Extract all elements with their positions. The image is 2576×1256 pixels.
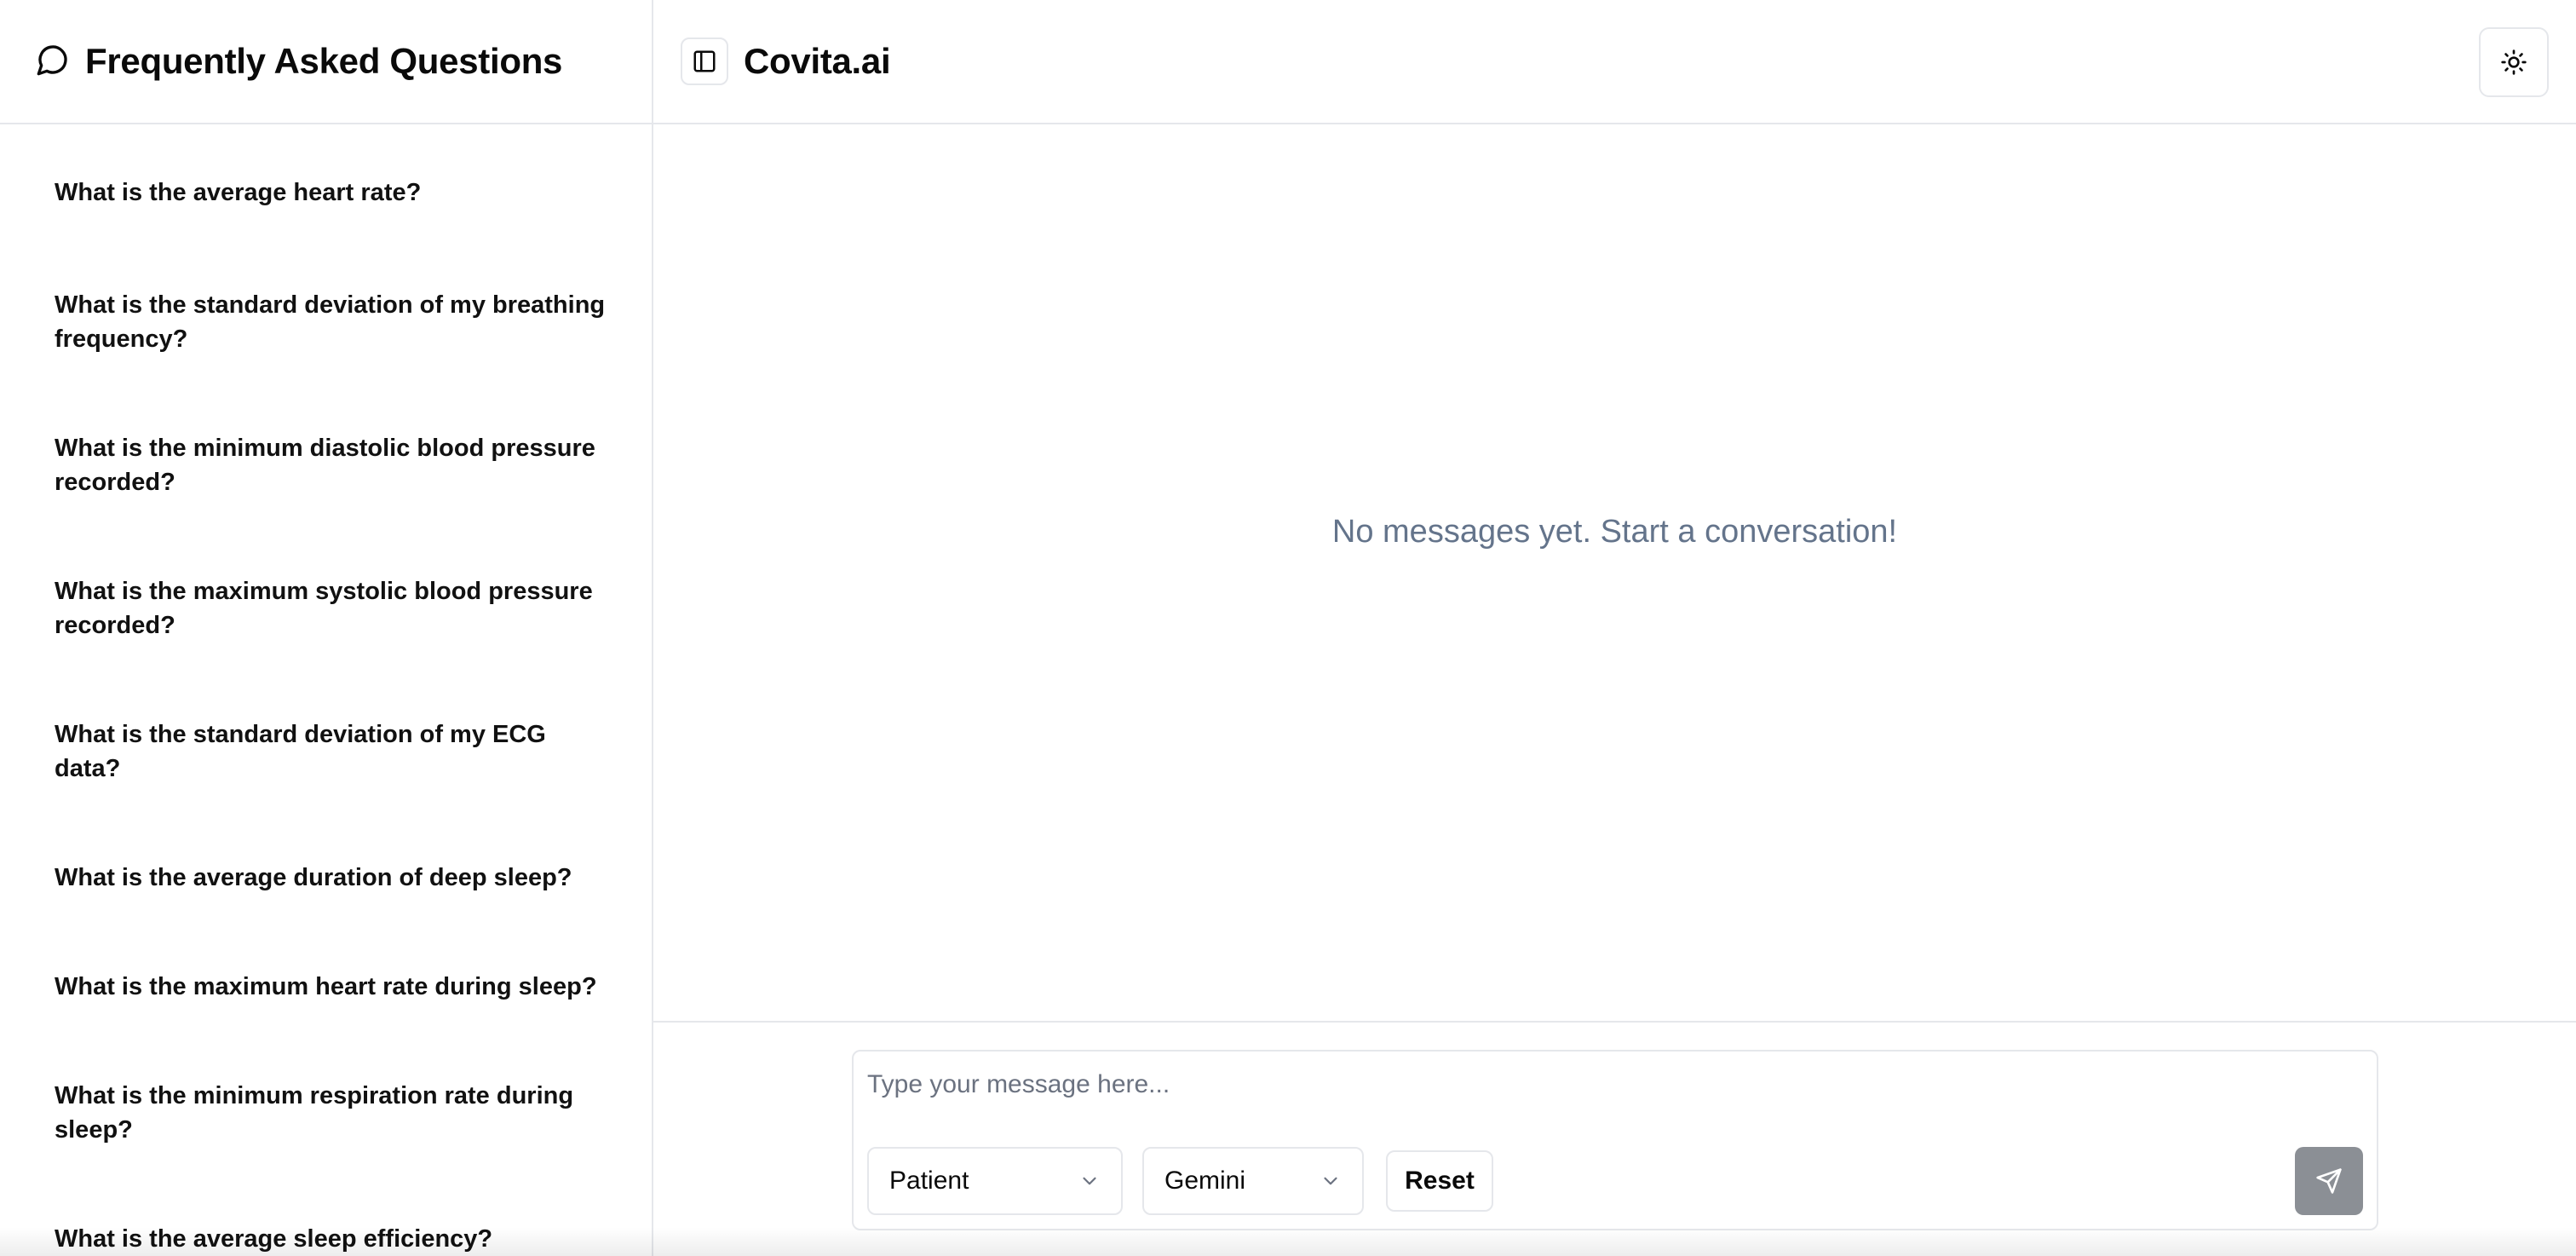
chevron-down-icon <box>1078 1170 1101 1192</box>
panel-left-icon <box>692 49 717 74</box>
faq-list: What is the average heart rate? What is … <box>0 124 652 1256</box>
faq-item[interactable]: What is the minimum diastolic blood pres… <box>55 431 609 499</box>
faq-item[interactable]: What is the standard deviation of my bre… <box>55 288 609 356</box>
faq-item[interactable]: What is the maximum systolic blood press… <box>55 574 609 642</box>
message-input[interactable] <box>867 1063 2315 1106</box>
role-select-value: Patient <box>889 1167 969 1195</box>
faq-item[interactable]: What is the average sleep efficiency? <box>55 1222 609 1256</box>
reset-button[interactable]: Reset <box>1386 1150 1493 1212</box>
faq-item[interactable]: What is the standard deviation of my ECG… <box>55 717 609 786</box>
app: Frequently Asked Questions What is the a… <box>0 0 2576 1256</box>
composer-area: Patient Gemini Reset <box>653 1021 2576 1256</box>
faq-item[interactable]: What is the average heart rate? <box>55 176 609 210</box>
sidebar-toggle-button[interactable] <box>681 37 728 85</box>
faq-item[interactable]: What is the maximum heart rate during sl… <box>55 970 609 1004</box>
chevron-down-icon <box>1320 1170 1342 1192</box>
send-icon <box>2315 1167 2343 1195</box>
empty-state-text: No messages yet. Start a conversation! <box>1331 513 1898 550</box>
model-select-value: Gemini <box>1164 1167 1246 1195</box>
faq-item[interactable]: What is the minimum respiration rate dur… <box>55 1079 609 1147</box>
message-composer: Patient Gemini Reset <box>852 1050 2378 1230</box>
send-button[interactable] <box>2295 1147 2363 1215</box>
faq-item[interactable]: What is the average duration of deep sle… <box>55 861 609 895</box>
message-area: No messages yet. Start a conversation! <box>653 124 2576 1021</box>
role-select[interactable]: Patient <box>867 1147 1123 1215</box>
sidebar-header: Frequently Asked Questions <box>0 0 652 124</box>
sun-icon <box>2500 49 2527 76</box>
message-circle-icon <box>36 43 70 81</box>
sidebar-title: Frequently Asked Questions <box>85 41 563 81</box>
model-select[interactable]: Gemini <box>1142 1147 1364 1215</box>
chat-main: Covita.ai No messages yet. Start a conve… <box>653 0 2576 1256</box>
theme-toggle-button[interactable] <box>2479 27 2549 97</box>
main-header: Covita.ai <box>653 0 2576 124</box>
app-title: Covita.ai <box>744 41 891 81</box>
faq-sidebar: Frequently Asked Questions What is the a… <box>0 0 653 1256</box>
